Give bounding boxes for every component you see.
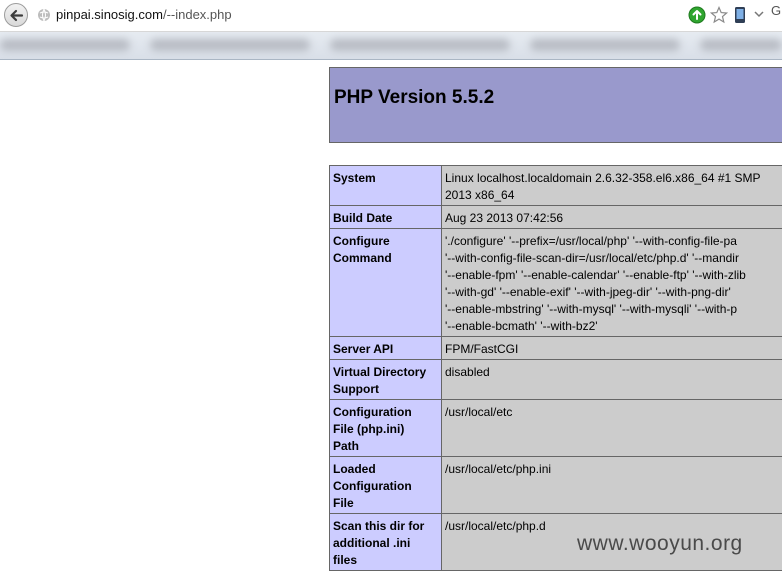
back-button[interactable] bbox=[4, 3, 28, 27]
php-header: PHP Version 5.5.2 bbox=[329, 67, 782, 143]
setting-value: disabled bbox=[441, 359, 782, 400]
table-row: Configuration File (php.ini) Path/usr/lo… bbox=[329, 399, 782, 457]
setting-value: Aug 23 2013 07:42:56 bbox=[441, 205, 782, 229]
table-row: System Linux localhost.localdomain 2.6.32… bbox=[329, 165, 782, 206]
setting-name: Configure Command bbox=[329, 228, 442, 337]
setting-name: System bbox=[329, 165, 442, 206]
mobile-device-icon[interactable] bbox=[734, 6, 746, 24]
setting-name: Loaded Configuration File bbox=[329, 456, 442, 514]
back-arrow-icon bbox=[10, 9, 24, 22]
setting-value: /usr/local/etc bbox=[441, 399, 782, 457]
table-row: Virtual Directory Support disabled bbox=[329, 359, 782, 400]
blur-smear bbox=[700, 39, 782, 51]
url-path: /--index.php bbox=[162, 7, 232, 22]
page-title: PHP Version 5.5.2 bbox=[334, 87, 495, 108]
table-row: Loaded Configuration File/usr/local/etc/… bbox=[329, 456, 782, 514]
table-row: Server API FPM/FastCGI bbox=[329, 336, 782, 360]
partial-label: G bbox=[771, 3, 782, 18]
go-arrow-icon[interactable] bbox=[688, 6, 706, 24]
setting-name: Configuration File (php.ini) Path bbox=[329, 399, 442, 457]
blurred-bookmarks-bar bbox=[0, 32, 782, 60]
setting-name: Build Date bbox=[329, 205, 442, 229]
setting-name: Virtual Directory Support bbox=[329, 359, 442, 400]
blur-smear bbox=[0, 39, 130, 51]
page-globe-icon bbox=[38, 8, 50, 22]
blur-smear bbox=[530, 39, 680, 51]
address-bar-url[interactable]: pinpai.sinosig.com/--index.php bbox=[56, 7, 232, 22]
setting-name: Server API bbox=[329, 336, 442, 360]
setting-name: Scan this dir for additional .ini files bbox=[329, 513, 442, 571]
setting-value: './configure' '--prefix=/usr/local/php' … bbox=[441, 228, 782, 337]
browser-toolbar: pinpai.sinosig.com/--index.php G bbox=[0, 0, 782, 32]
watermark: www.wooyun.org bbox=[577, 532, 743, 555]
url-host: pinpai.sinosig.com bbox=[56, 7, 163, 22]
setting-value: FPM/FastCGI bbox=[441, 336, 782, 360]
setting-value: /usr/local/etc/php.ini bbox=[441, 456, 782, 514]
setting-value: Linux localhost.localdomain 2.6.32-358.e… bbox=[441, 165, 782, 206]
blur-smear bbox=[150, 39, 310, 51]
blur-smear bbox=[330, 39, 510, 51]
php-info-table: System Linux localhost.localdomain 2.6.32… bbox=[329, 165, 782, 571]
chevron-down-icon[interactable] bbox=[754, 9, 764, 19]
table-row: Build Date Aug 23 2013 07:42:56 bbox=[329, 205, 782, 229]
bookmark-star-icon[interactable] bbox=[710, 6, 728, 24]
table-row: Configure Command './configure' '--prefix… bbox=[329, 228, 782, 337]
